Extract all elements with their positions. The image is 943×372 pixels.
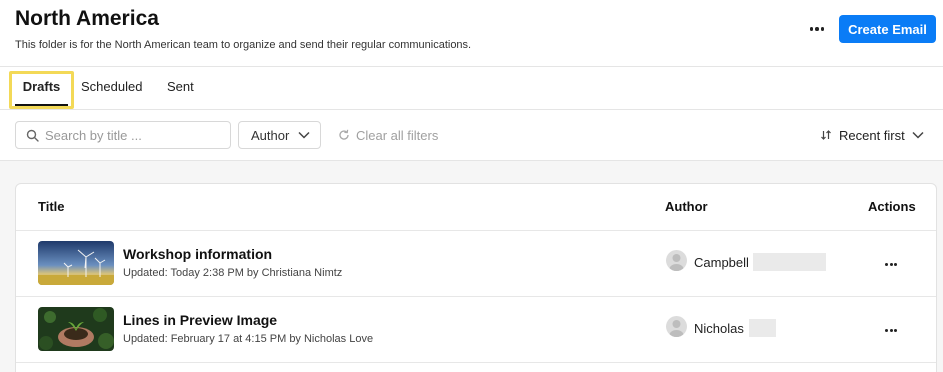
page-header: North America This folder is for the Nor… — [0, 0, 943, 67]
hands-holding-soil-thumbnail — [38, 307, 114, 351]
more-dot — [815, 27, 819, 31]
sort-label: Recent first — [839, 127, 905, 143]
author-filter-dropdown[interactable]: Author — [238, 121, 321, 149]
more-horizontal-icon — [885, 328, 888, 332]
email-title[interactable]: Workshop information — [123, 246, 272, 262]
table-row[interactable]: Lines in Preview Image Updated: February… — [16, 296, 936, 362]
avatar — [666, 316, 687, 337]
column-header-author: Author — [665, 199, 708, 214]
page-description: This folder is for the North American te… — [15, 39, 472, 51]
active-tab-underline — [15, 104, 68, 106]
author-name: Nicholas — [694, 321, 744, 336]
tab-drafts[interactable]: Drafts — [9, 67, 74, 110]
row-actions-button[interactable] — [883, 326, 899, 334]
sort-dropdown[interactable]: Recent first — [820, 121, 924, 149]
search-input[interactable] — [45, 126, 225, 144]
tab-sent-label: Sent — [167, 79, 194, 94]
author-name: Campbell — [694, 255, 749, 270]
email-updated-meta: Updated: February 17 at 4:15 PM by Nicho… — [123, 333, 374, 345]
email-updated-meta: Updated: Today 2:38 PM by Christiana Nim… — [123, 267, 343, 279]
column-header-title: Title — [38, 199, 65, 214]
clear-filters-label: Clear all filters — [356, 127, 439, 143]
redacted-surname — [749, 319, 776, 337]
more-dot — [889, 328, 893, 332]
table-row — [16, 362, 936, 372]
clear-filters-button[interactable]: Clear all filters — [338, 121, 438, 149]
more-horizontal-icon — [885, 262, 888, 266]
author-filter-label: Author — [251, 128, 290, 143]
filter-bar: Author Clear all filters Recent first — [0, 110, 943, 161]
tab-scheduled-label: Scheduled — [81, 79, 143, 94]
chevron-down-icon — [298, 131, 310, 139]
more-dot — [820, 27, 825, 31]
tab-drafts-label: Drafts — [22, 79, 61, 94]
refresh-icon — [339, 129, 349, 140]
create-email-button[interactable]: Create Email — [839, 15, 936, 43]
page-title: North America — [15, 7, 159, 30]
tab-sent[interactable]: Sent — [167, 67, 194, 110]
tab-bar: Drafts Scheduled Sent — [0, 67, 943, 110]
more-horizontal-icon — [809, 27, 814, 31]
redacted-surname — [753, 253, 826, 271]
more-dot — [894, 262, 897, 266]
chevron-down-icon — [912, 131, 924, 139]
more-options-button[interactable] — [806, 19, 828, 39]
more-dot — [894, 328, 897, 332]
row-actions-button[interactable] — [883, 260, 899, 268]
search-icon — [26, 129, 39, 142]
avatar — [666, 250, 687, 271]
more-dot — [889, 262, 893, 266]
tab-scheduled[interactable]: Scheduled — [81, 67, 142, 110]
table-row[interactable]: Workshop information Updated: Today 2:38… — [16, 230, 936, 296]
column-header-actions: Actions — [868, 199, 916, 214]
search-box[interactable] — [15, 121, 231, 149]
email-title[interactable]: Lines in Preview Image — [123, 312, 277, 328]
wind-turbines-thumbnail — [38, 241, 114, 285]
sort-icon — [821, 130, 831, 140]
email-table: Title Author Actions Workshop informatio… — [15, 183, 937, 372]
